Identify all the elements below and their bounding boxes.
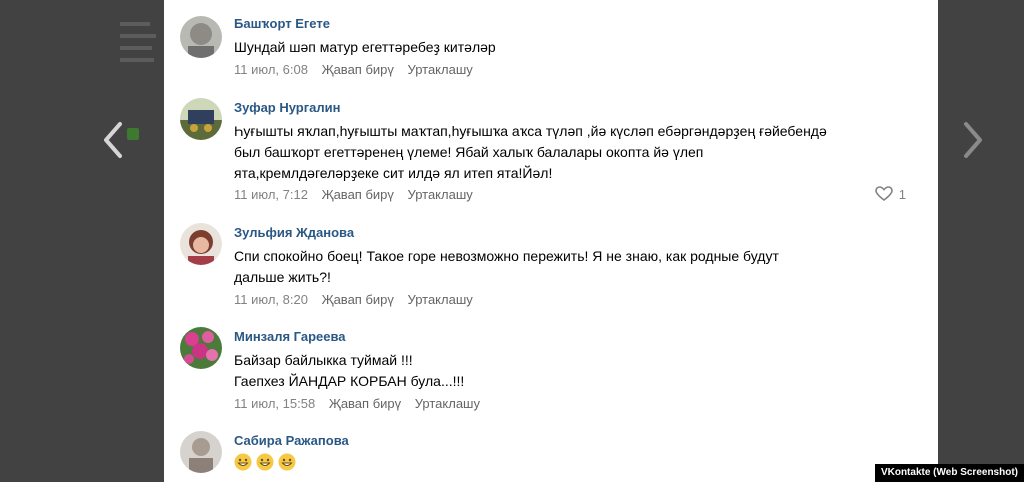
grinning-face-emoji	[234, 453, 252, 471]
share-button[interactable]: Уртаклашу	[415, 396, 480, 411]
comment-line: ята,кремлдәгеләрҙеке сит илдә ял итеп ят…	[234, 165, 553, 181]
avatar[interactable]	[180, 223, 222, 265]
reply-button[interactable]: Җавап бирү	[329, 396, 401, 411]
comment-meta: 11 июл, 15:58 Җавап бирү Уртаклашу	[234, 396, 490, 411]
reply-button[interactable]: Җавап бирү	[322, 187, 394, 202]
comment-text: Шундай шәп матур егеттәребеҙ китәләр	[234, 37, 924, 58]
comment-author[interactable]: Минзаля Гареева	[234, 329, 346, 344]
comment-time[interactable]: 11 июл, 8:20	[234, 292, 308, 307]
avatar-photo	[180, 431, 222, 473]
comment-author[interactable]: Зульфия Жданова	[234, 225, 354, 240]
reply-button[interactable]: Җавап бирү	[322, 62, 394, 77]
heart-icon	[874, 186, 893, 202]
backdrop-page	[120, 14, 160, 104]
avatar-photo	[180, 98, 222, 140]
comment-line: Спи спокойно боец! Такое горе невозможно…	[234, 248, 779, 264]
source-watermark: VKontakte (Web Screenshot)	[874, 464, 1024, 482]
share-button[interactable]: Уртаклашу	[408, 62, 473, 77]
avatar-photo	[180, 16, 222, 58]
chevron-left-icon	[104, 122, 122, 158]
avatar[interactable]	[180, 327, 222, 369]
comment-author[interactable]: Сабира Ражапова	[234, 433, 349, 448]
comment-author[interactable]: Башҡорт Егете	[234, 16, 330, 31]
comment-time[interactable]: 11 июл, 7:12	[234, 187, 308, 202]
comment-text: Һуғышты яҡлап,һуғышты маҡтап,һуғышҡа аҡс…	[234, 121, 924, 184]
comment-line: Шундай шәп матур егеттәребеҙ китәләр	[234, 39, 496, 55]
previous-button[interactable]	[96, 118, 136, 162]
comment-line: Байзар байлыкка туймай !!!	[234, 352, 413, 368]
comment-item: Зуфар Нургалин Һуғышты яҡлап,һуғышты маҡ…	[164, 98, 938, 210]
comment-item: Башҡорт Егете Шундай шәп матур егеттәреб…	[164, 16, 938, 86]
comment-item: Сабира Ражапова	[164, 431, 938, 482]
avatar-photo	[180, 223, 222, 265]
comment-meta: 11 июл, 8:20 Җавап бирү Уртаклашу	[234, 292, 483, 307]
comment-text: Спи спокойно боец! Такое горе невозможно…	[234, 246, 924, 288]
comment-author[interactable]: Зуфар Нургалин	[234, 100, 341, 115]
comment-line: Һуғышты яҡлап,һуғышты маҡтап,һуғышҡа аҡс…	[234, 123, 827, 139]
comment-time[interactable]: 11 июл, 6:08	[234, 62, 308, 77]
reply-button[interactable]: Җавап бирү	[322, 292, 394, 307]
comment-item: Зульфия Жданова Спи спокойно боец! Такое…	[164, 223, 938, 315]
comment-line: был башҡорт егеттәренең үлеме! Ябай халы…	[234, 144, 704, 160]
share-button[interactable]: Уртаклашу	[408, 187, 473, 202]
like-count: 1	[898, 186, 906, 202]
comment-item: Минзаля Гареева Байзар байлыкка туймай !…	[164, 327, 938, 419]
comment-emojis	[234, 453, 300, 471]
comment-text: Байзар байлыкка туймай !!! Гаепхез ЙАНДА…	[234, 350, 924, 392]
comment-meta: 11 июл, 6:08 Җавап бирү Уртаклашу	[234, 62, 483, 77]
avatar[interactable]	[180, 431, 222, 473]
comment-meta: 11 июл, 7:12 Җавап бирү Уртаклашу	[234, 187, 483, 202]
chevron-right-icon	[964, 122, 982, 158]
next-button[interactable]	[954, 118, 994, 162]
avatar[interactable]	[180, 16, 222, 58]
comment-time[interactable]: 11 июл, 15:58	[234, 396, 315, 411]
share-button[interactable]: Уртаклашу	[408, 292, 473, 307]
grinning-face-emoji	[278, 453, 296, 471]
comments-panel: Башҡорт Егете Шундай шәп матур егеттәреб…	[164, 0, 938, 482]
avatar[interactable]	[180, 98, 222, 140]
comment-line: дальше жить?!	[234, 269, 331, 285]
avatar-photo	[180, 327, 222, 369]
comment-line: Гаепхез ЙАНДАР КОРБАН була...!!!	[234, 373, 465, 389]
like-button[interactable]: 1	[874, 186, 906, 202]
grinning-face-emoji	[256, 453, 274, 471]
